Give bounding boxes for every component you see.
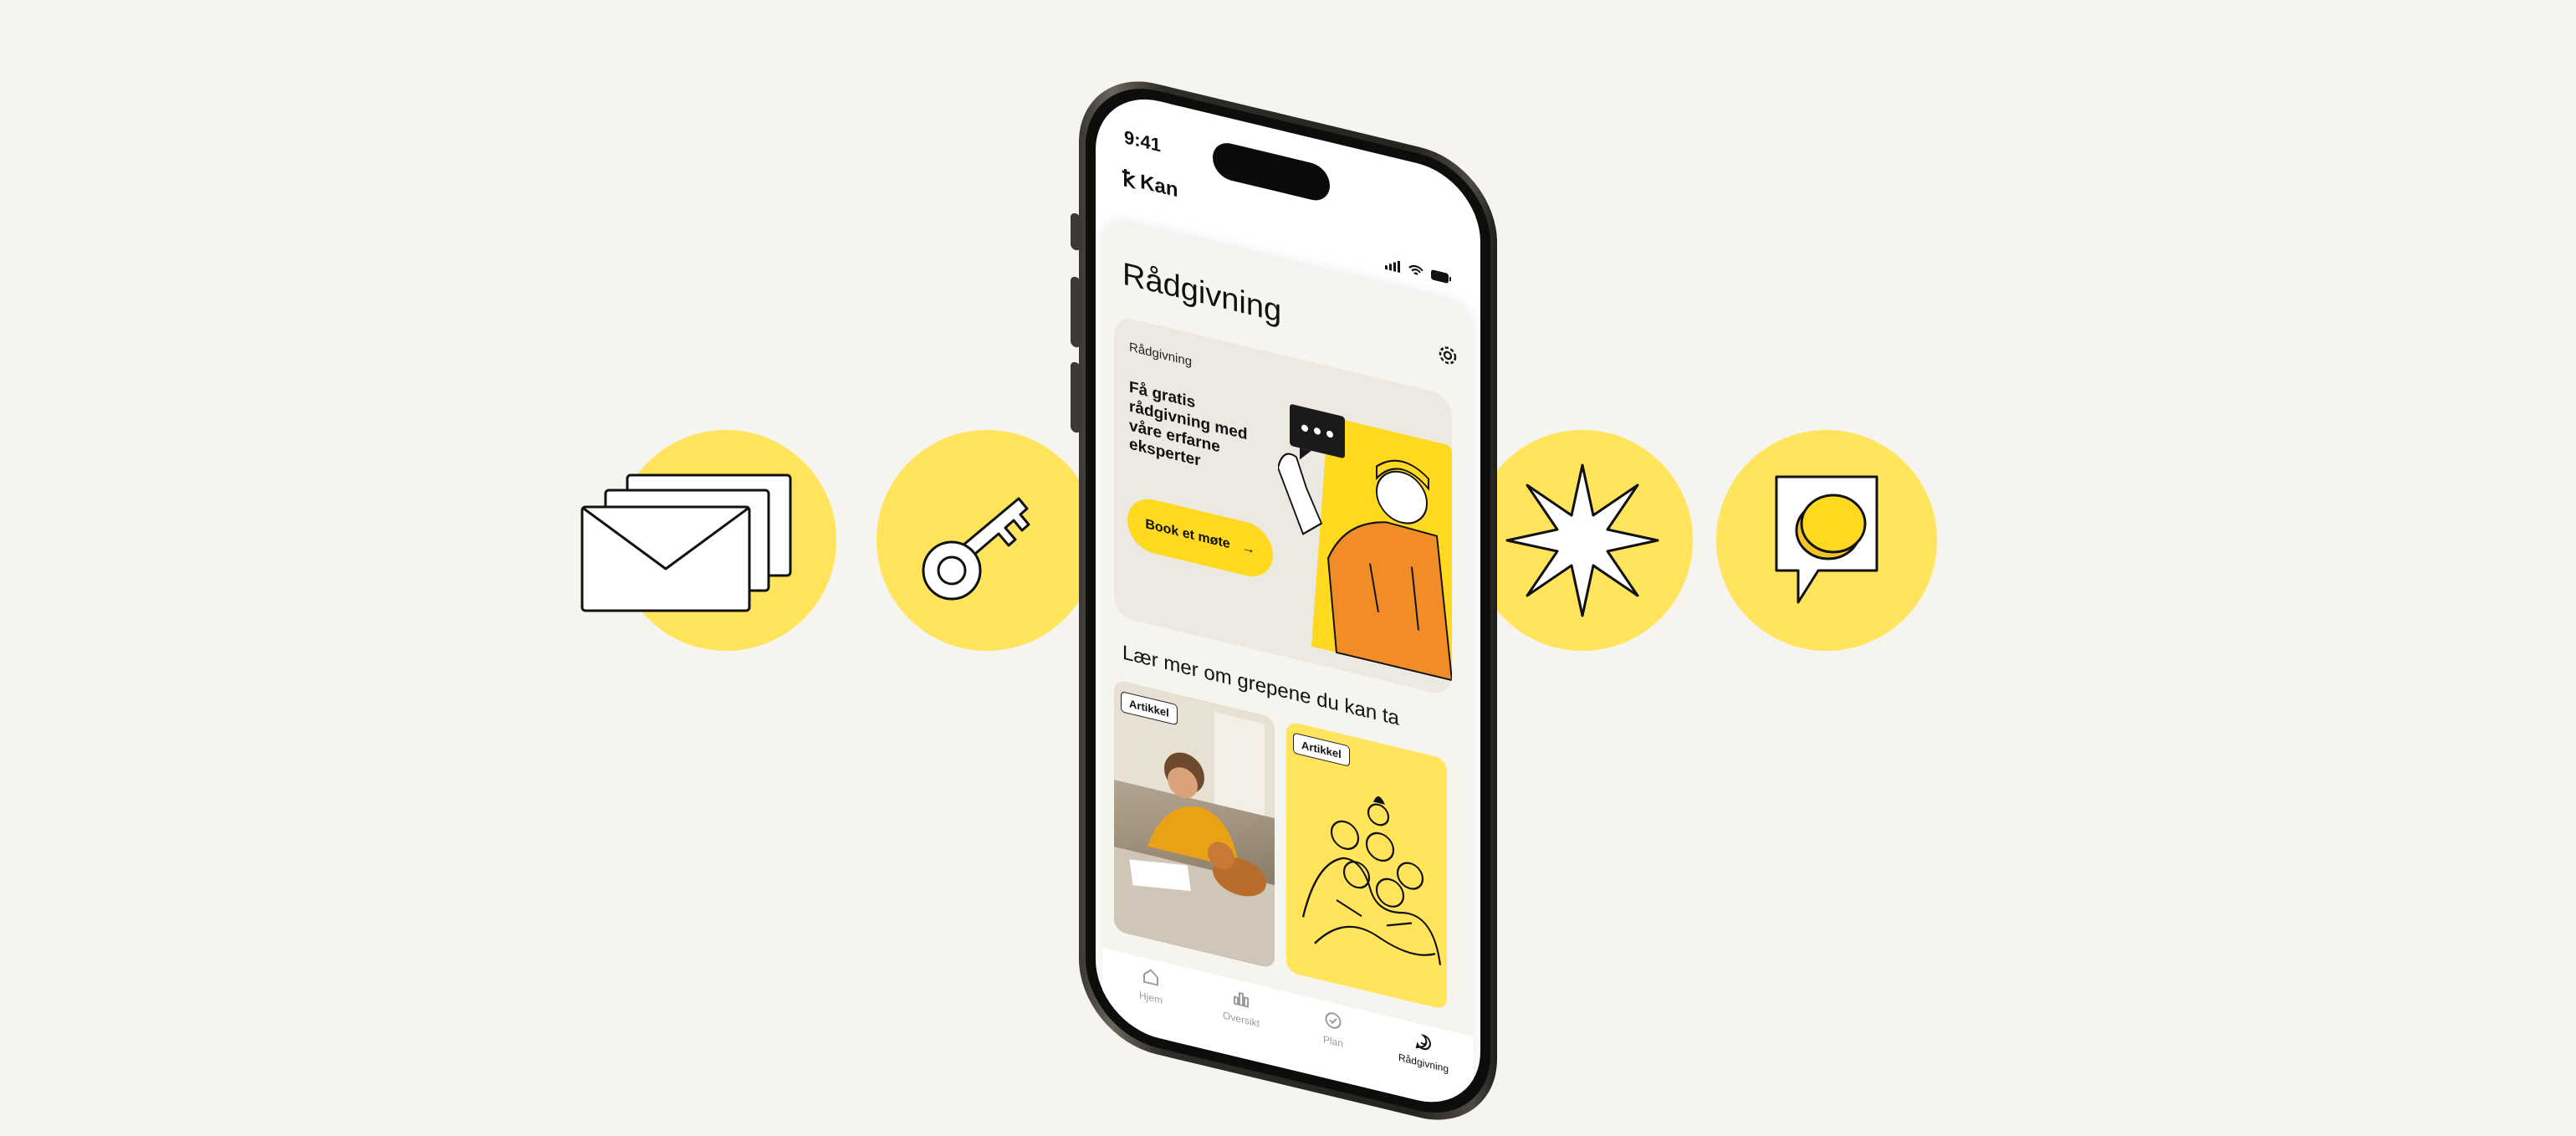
article-illustration [1301, 796, 1442, 965]
article-card[interactable]: Artikkel [1286, 720, 1447, 1011]
advice-card[interactable]: Rådgivning Få gratis rådgivning med våre… [1114, 315, 1452, 698]
advice-card-tag: Rådgivning [1129, 340, 1193, 370]
battery-icon [1431, 269, 1451, 284]
envelopes-icon [580, 473, 792, 612]
tab-plan[interactable]: Plan [1291, 1001, 1375, 1057]
key-icon [922, 497, 1030, 601]
app-screen: 9:41 ꝁ Kan Rådgivning Rådgivning Få grat… [1096, 85, 1480, 1116]
wifi-icon [1408, 264, 1423, 275]
content-panel: Rådgivning Rådgivning Få gratis rådgivni… [1102, 217, 1474, 1114]
gear-icon[interactable] [1437, 342, 1459, 369]
sparkle-icon [1505, 463, 1659, 617]
status-icons [1385, 258, 1452, 285]
status-time: 9:41 [1124, 125, 1162, 156]
article-card[interactable]: Artikkel [1114, 679, 1275, 970]
dynamic-island [1213, 139, 1330, 205]
tab-label: Plan [1322, 1033, 1344, 1050]
tab-advice[interactable]: Rådgivning [1382, 1023, 1465, 1079]
app-logo: ꝁ Kan [1122, 165, 1178, 202]
advice-card-text: Få gratis rådgivning med våre erfarne ek… [1129, 378, 1248, 471]
book-meeting-label: Book et møte [1145, 517, 1230, 552]
chat-icon [1415, 1034, 1431, 1051]
book-meeting-button[interactable]: Book et møte → [1127, 493, 1273, 582]
page-title: Rådgivning [1122, 256, 1282, 330]
phone-mockup: 9:41 ꝁ Kan Rådgivning Rådgivning Få grat… [1071, 65, 1497, 1136]
kan-logo-icon: ꝁ [1122, 165, 1136, 194]
arrow-right-icon: → [1241, 540, 1255, 558]
tab-label: Oversikt [1222, 1009, 1260, 1030]
advisor-illustration [1278, 404, 1452, 682]
brand-name: Kan [1140, 170, 1178, 202]
article-photo [1114, 679, 1275, 970]
coin-message-icon [1775, 475, 1878, 604]
signal-icon [1385, 260, 1400, 274]
tab-label: Hjem [1138, 989, 1163, 1007]
chart-icon [1234, 991, 1249, 1008]
tab-home[interactable]: Hjem [1109, 958, 1193, 1014]
tab-overview[interactable]: Oversikt [1199, 980, 1283, 1036]
check-circle-icon [1325, 1012, 1342, 1029]
tab-label: Rådgivning [1398, 1051, 1449, 1076]
home-icon [1143, 969, 1158, 986]
